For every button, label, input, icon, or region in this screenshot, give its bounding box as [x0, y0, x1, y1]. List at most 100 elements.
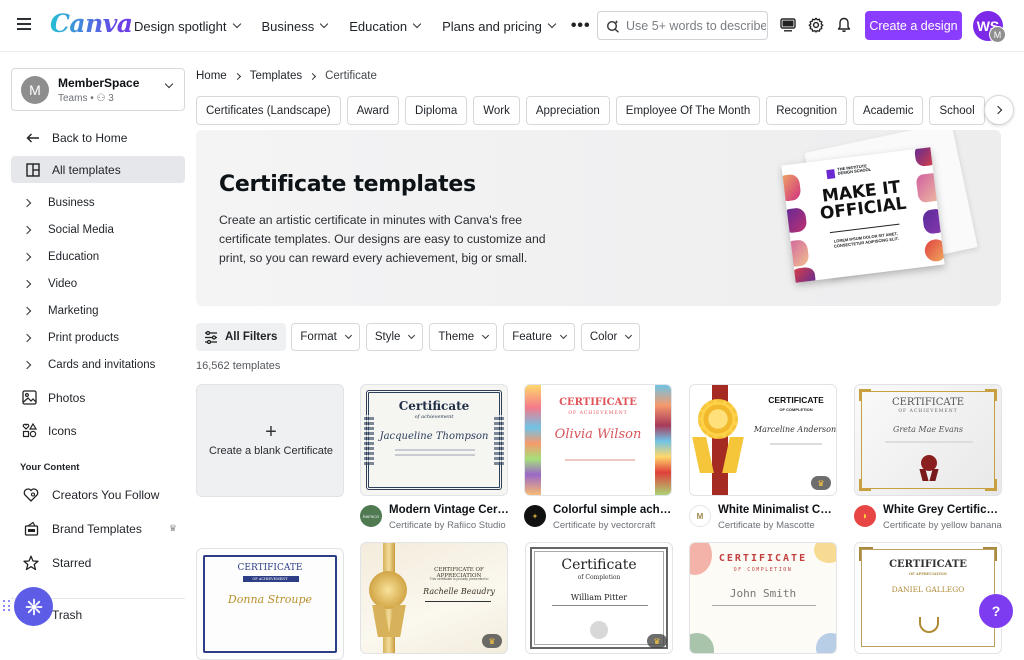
notifications-bell-icon[interactable]: [834, 15, 854, 35]
template-thumbnail[interactable]: Certificate of achievement Jacqueline Th…: [360, 384, 508, 496]
team-avatar: M: [21, 76, 49, 104]
chips-scroll-next-button[interactable]: [984, 95, 1014, 125]
template-thumbnail[interactable]: CERTIFICATE OF APPRECIATION DANIEL GALLE…: [854, 542, 1002, 654]
template-thumbnail[interactable]: Certificate of Completion William Pitter…: [525, 542, 673, 654]
creator-avatar[interactable]: ◗: [854, 505, 876, 527]
chip-diploma[interactable]: Diploma: [405, 96, 468, 125]
content-item-label: Brand Templates: [52, 521, 142, 536]
chip-appreciation[interactable]: Appreciation: [525, 96, 610, 125]
filter-feature[interactable]: Feature: [503, 323, 575, 351]
template-title[interactable]: White Minimalist Certificate: [718, 504, 838, 516]
settings-gear-icon[interactable]: [806, 15, 826, 35]
star-icon: [21, 555, 41, 571]
filter-format[interactable]: Format: [291, 323, 360, 351]
template-card: CERTIFICATE OF APPRECIATION This certifi…: [360, 542, 508, 654]
nav-education[interactable]: Education: [349, 19, 422, 34]
creator-avatar[interactable]: M: [689, 505, 711, 527]
chevron-down-icon: [344, 331, 352, 339]
menu-icon[interactable]: [17, 18, 31, 32]
sidebar-item-icons[interactable]: Icons: [11, 417, 185, 444]
nav-business[interactable]: Business: [261, 18, 329, 34]
template-author: Certificate by yellow banana: [883, 520, 1002, 531]
thumb-subheading: OF ACHIEVEMENT: [252, 577, 288, 581]
sidebar-item-education[interactable]: Education: [11, 245, 185, 269]
category-label: Print products: [48, 332, 119, 344]
filter-label: Color: [589, 331, 618, 343]
all-filters-button[interactable]: All Filters: [196, 323, 287, 351]
sidebar-item-cards-invitations[interactable]: Cards and invitations: [11, 353, 185, 377]
thumb-heading: Certificate: [561, 557, 637, 573]
template-info: ◗ White Grey Certificate Certificate by …: [854, 504, 1003, 540]
filter-color[interactable]: Color: [580, 323, 641, 351]
category-label: Video: [48, 278, 78, 290]
all-templates-label: All templates: [52, 162, 121, 177]
template-info: M White Minimalist Certificate Certifica…: [689, 504, 838, 540]
chip-academic[interactable]: Academic: [852, 96, 924, 125]
template-thumbnail[interactable]: CERTIFICATE OF ACHIEVEMENT Greta Mae Eva…: [854, 384, 1002, 496]
filter-theme[interactable]: Theme: [429, 323, 498, 351]
drag-handle-icon[interactable]: [3, 600, 11, 612]
sidebar-item-starred[interactable]: Starred: [11, 549, 185, 576]
chip-school[interactable]: School: [929, 96, 985, 125]
chip-award[interactable]: Award: [346, 96, 400, 125]
category-label: Education: [48, 251, 100, 263]
chip-certificates-landscape[interactable]: Certificates (Landscape): [196, 96, 341, 125]
template-title[interactable]: Modern Vintage Certificate: [389, 504, 509, 516]
thumb-heading: CERTIFICATE: [889, 559, 967, 570]
chevron-down-icon: [320, 19, 329, 29]
magic-assistant-button[interactable]: [14, 587, 53, 626]
template-thumbnail[interactable]: CERTIFICATE OF APPRECIATION This certifi…: [360, 542, 508, 654]
sidebar-item-photos[interactable]: Photos: [11, 384, 185, 411]
chevron-right-icon: [233, 72, 241, 80]
hero-banner: Certificate templates Create an artistic…: [196, 130, 1001, 306]
thumb-heading: CERTIFICATE: [768, 395, 824, 405]
nav-plans-pricing[interactable]: Plans and pricing: [442, 18, 557, 34]
sidebar-item-marketing[interactable]: Marketing: [11, 299, 185, 323]
trash-label: Trash: [52, 607, 83, 622]
template-thumbnail[interactable]: CERTIFICATE OF COMPLETION John Smith: [689, 542, 837, 654]
back-to-home-link[interactable]: Back to Home: [11, 124, 185, 151]
team-switcher[interactable]: M MemberSpace Teams • ⚇ 3: [11, 68, 185, 111]
chip-recognition[interactable]: Recognition: [766, 96, 847, 125]
template-thumbnail[interactable]: CERTIFICATE OF COMPLETION Marceline Ande…: [689, 384, 837, 496]
sidebar-item-print-products[interactable]: Print products: [11, 326, 185, 350]
create-blank-certificate-card[interactable]: + Create a blank Certificate: [196, 384, 344, 497]
filter-style[interactable]: Style: [365, 323, 424, 351]
breadcrumb: Home Templates Certificate: [196, 70, 377, 82]
category-label: Business: [48, 197, 95, 209]
thumb-name: Marceline Anderson: [753, 425, 837, 434]
team-meta: Teams • ⚇ 3: [58, 93, 114, 104]
sidebar-item-video[interactable]: Video: [11, 272, 185, 296]
sidebar-item-social-media[interactable]: Social Media: [11, 218, 185, 242]
sidebar-item-brand-templates[interactable]: Brand Templates ♛: [11, 515, 185, 542]
template-title[interactable]: White Grey Certificate: [883, 504, 1003, 516]
help-button[interactable]: ?: [979, 594, 1013, 628]
template-card: CERTIFICATE OF ACHIEVEMENT Olivia Wilson…: [524, 384, 673, 540]
sidebar-item-business[interactable]: Business: [11, 191, 185, 215]
creator-avatar[interactable]: RAFIICO: [360, 505, 382, 527]
chip-work[interactable]: Work: [473, 96, 520, 125]
nav-label: Business: [261, 18, 315, 34]
desktop-app-icon[interactable]: [778, 15, 798, 35]
template-title[interactable]: Colorful simple achievement: [553, 504, 673, 516]
template-thumbnail[interactable]: CERTIFICATE OF ACHIEVEMENT Olivia Wilson: [524, 384, 672, 496]
more-icon[interactable]: •••: [571, 17, 591, 35]
thumb-heading: CERTIFICATE: [559, 397, 637, 408]
create-design-button[interactable]: Create a design: [865, 11, 962, 40]
nav-label: Plans and pricing: [442, 18, 542, 34]
breadcrumb-templates[interactable]: Templates: [250, 70, 302, 82]
breadcrumb-home[interactable]: Home: [196, 70, 227, 82]
canva-logo[interactable]: Canva: [50, 9, 133, 38]
sidebar-item-creators-you-follow[interactable]: Creators You Follow: [11, 481, 185, 508]
thumb-subheading: OF ACHIEVEMENT: [568, 411, 628, 416]
search-input[interactable]: [626, 18, 766, 33]
thumb-subheading: of Completion: [577, 574, 621, 581]
thumb-name: Donna Stroupe: [227, 593, 313, 606]
sidebar-item-all-templates[interactable]: All templates: [11, 156, 185, 183]
chip-employee-of-the-month[interactable]: Employee Of The Month: [615, 96, 761, 125]
search-box[interactable]: [597, 11, 768, 40]
creator-avatar[interactable]: ✦: [524, 505, 546, 527]
chevron-down-icon: [482, 331, 490, 339]
template-thumbnail[interactable]: CERTIFICATE OF ACHIEVEMENT Donna Stroupe: [196, 548, 344, 660]
nav-design-spotlight[interactable]: Design spotlight: [134, 19, 241, 34]
